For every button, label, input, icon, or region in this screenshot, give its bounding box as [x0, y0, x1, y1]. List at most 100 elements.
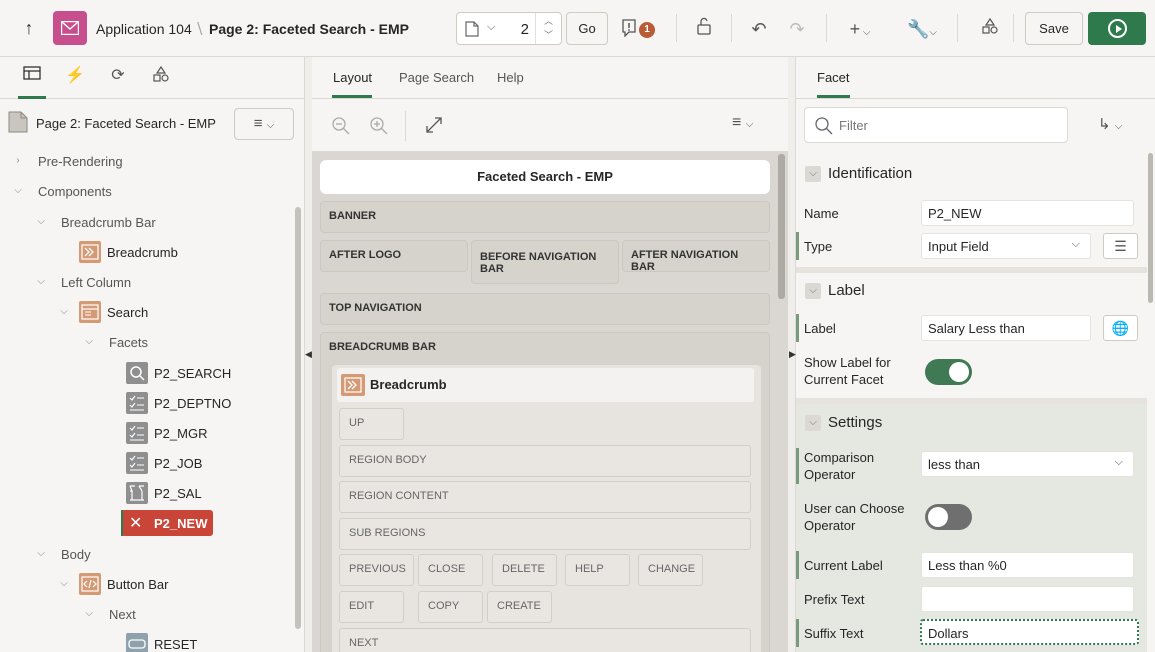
section-label[interactable]: ⌵ Label: [796, 272, 1147, 310]
redo-icon[interactable]: ↷: [783, 16, 811, 42]
chevron-down-icon[interactable]: ⌵: [12, 185, 24, 197]
expand-icon[interactable]: [425, 116, 443, 134]
up-arrow-icon[interactable]: ↑: [17, 16, 41, 40]
section-settings[interactable]: ⌵ Settings: [796, 404, 1147, 442]
prefix-input[interactable]: [921, 586, 1134, 612]
position-previous[interactable]: PREVIOUS: [339, 554, 414, 586]
section-identification[interactable]: ⌵ Identification: [796, 155, 1147, 193]
chevron-down-icon[interactable]: ⌵: [58, 578, 70, 590]
collapse-left-icon[interactable]: ◀: [305, 349, 312, 360]
user-choose-toggle[interactable]: [925, 504, 972, 530]
tree-node[interactable]: ⌵ Search: [0, 298, 293, 328]
position-help[interactable]: HELP: [565, 554, 630, 586]
tab-help[interactable]: Help: [497, 70, 524, 85]
shared-components-icon[interactable]: [976, 16, 1004, 42]
page-selector[interactable]: ⌵ 2 ︿ ﹀: [456, 12, 562, 45]
layout-menu-icon[interactable]: ≡ ⌵: [732, 114, 753, 132]
chevron-right-icon[interactable]: ›: [12, 155, 24, 167]
go-button[interactable]: Go: [566, 12, 608, 45]
position-change[interactable]: CHANGE: [638, 554, 703, 586]
type-select[interactable]: Input Field ⌵: [921, 233, 1091, 259]
position-delete[interactable]: DELETE: [492, 554, 557, 586]
tree-page-title[interactable]: Page 2: Faceted Search - EMP: [36, 116, 216, 131]
processing-tab-icon[interactable]: ⟳: [104, 65, 132, 99]
breadcrumb-region[interactable]: Breadcrumb UP REGION BODY REGION CONTENT…: [332, 365, 761, 652]
left-splitter[interactable]: ◀: [305, 57, 312, 652]
position-region-body[interactable]: REGION BODY: [339, 445, 751, 477]
tree-node[interactable]: ⌵ Breadcrumb Bar: [0, 208, 293, 238]
slot-top-navigation[interactable]: TOP NAVIGATION: [320, 293, 770, 325]
tree-node[interactable]: ⌵ Components: [0, 177, 293, 207]
tab-page-search[interactable]: Page Search: [399, 70, 474, 85]
tree-node-selected[interactable]: ✕ P2_NEW: [0, 510, 293, 540]
position-copy[interactable]: COPY: [418, 591, 483, 623]
position-close[interactable]: CLOSE: [418, 554, 483, 586]
globe-icon[interactable]: 🌐: [1103, 315, 1138, 341]
undo-icon[interactable]: ↶: [745, 16, 773, 42]
canvas-scrollbar[interactable]: [778, 154, 785, 299]
name-input[interactable]: P2_NEW: [921, 200, 1134, 226]
slot-before-navigation-bar[interactable]: BEFORE NAVIGATION BAR: [471, 240, 619, 284]
label-input[interactable]: Salary Less than: [921, 315, 1091, 341]
tree-node[interactable]: P2_JOB: [0, 449, 293, 479]
utilities-wrench-icon[interactable]: 🔧⌵: [903, 16, 941, 42]
tree-node[interactable]: › Pre-Rendering: [0, 147, 293, 177]
chevron-down-icon[interactable]: ⌵: [805, 166, 821, 182]
slot-banner[interactable]: BANNER: [320, 201, 770, 233]
position-create[interactable]: CREATE: [487, 591, 552, 623]
chevron-down-icon[interactable]: ⌵: [805, 415, 821, 431]
tree-node[interactable]: P2_DEPTNO: [0, 389, 293, 419]
property-scrollbar[interactable]: [1148, 153, 1153, 303]
position-next[interactable]: NEXT: [339, 628, 751, 652]
chevron-down-icon[interactable]: ⌵: [35, 216, 47, 228]
tree-node[interactable]: RESET: [0, 630, 293, 652]
tree-node[interactable]: ⌵ Left Column: [0, 268, 293, 298]
comparison-select[interactable]: less than ⌵: [921, 451, 1134, 477]
list-icon[interactable]: ☰: [1103, 233, 1138, 259]
zoom-in-icon[interactable]: [369, 116, 389, 136]
suffix-input[interactable]: Dollars: [920, 619, 1139, 645]
region-title-bar[interactable]: Breadcrumb: [337, 368, 754, 402]
page-number-input[interactable]: 2: [457, 21, 535, 38]
tree-node[interactable]: ⌵ Facets: [0, 328, 293, 358]
dynamic-actions-tab-icon[interactable]: ⚡: [61, 65, 89, 99]
tree-node[interactable]: P2_MGR: [0, 419, 293, 449]
chevron-down-icon[interactable]: ⌵: [83, 608, 95, 620]
run-button[interactable]: [1088, 12, 1146, 45]
create-menu-icon[interactable]: + ⌵: [842, 16, 878, 42]
tree-node[interactable]: Breadcrumb: [0, 238, 293, 268]
zoom-out-icon[interactable]: [331, 116, 351, 136]
slot-after-logo[interactable]: AFTER LOGO: [320, 240, 468, 272]
save-button[interactable]: Save: [1025, 12, 1083, 45]
chevron-down-icon[interactable]: ⌵: [58, 306, 70, 318]
warnings-button[interactable]: 1: [621, 17, 661, 41]
tree-menu-button[interactable]: ≡ ⌵: [234, 108, 294, 140]
app-icon[interactable]: [53, 11, 87, 45]
position-region-content[interactable]: REGION CONTENT: [339, 481, 751, 513]
slot-after-navigation-bar[interactable]: AFTER NAVIGATION BAR: [622, 240, 770, 273]
page-spinner[interactable]: ︿ ﹀: [535, 13, 561, 44]
filter-field[interactable]: Filter: [804, 107, 1068, 143]
position-edit[interactable]: EDIT: [339, 591, 404, 623]
current-label-input[interactable]: Less than %0: [921, 552, 1134, 578]
right-splitter[interactable]: ▶: [788, 57, 796, 652]
rendering-tab-icon[interactable]: [18, 65, 46, 99]
position-up[interactable]: UP: [339, 408, 404, 440]
tree-node[interactable]: P2_SAL: [0, 479, 293, 509]
tab-facet[interactable]: Facet: [817, 70, 850, 85]
show-label-toggle[interactable]: [925, 359, 972, 385]
position-sub-regions[interactable]: SUB REGIONS: [339, 518, 751, 550]
unlock-icon[interactable]: [690, 16, 718, 42]
chevron-down-icon[interactable]: ⌵: [35, 548, 47, 560]
tree-node[interactable]: ⌵ Next: [0, 600, 293, 630]
shared-components-tab-icon[interactable]: [147, 65, 175, 99]
chevron-down-icon[interactable]: ⌵: [805, 283, 821, 299]
go-to-group-icon[interactable]: ↳ ⌵: [1098, 115, 1122, 133]
collapse-right-icon[interactable]: ▶: [789, 349, 796, 360]
tree-node[interactable]: ⌵ Button Bar: [0, 570, 293, 600]
tree-node[interactable]: ⌵ Body: [0, 540, 293, 570]
app-name-link[interactable]: Application 104: [96, 21, 192, 37]
tree-node[interactable]: P2_SEARCH: [0, 359, 293, 389]
tree-scrollbar[interactable]: [295, 207, 301, 629]
chevron-down-icon[interactable]: ⌵: [83, 336, 95, 348]
